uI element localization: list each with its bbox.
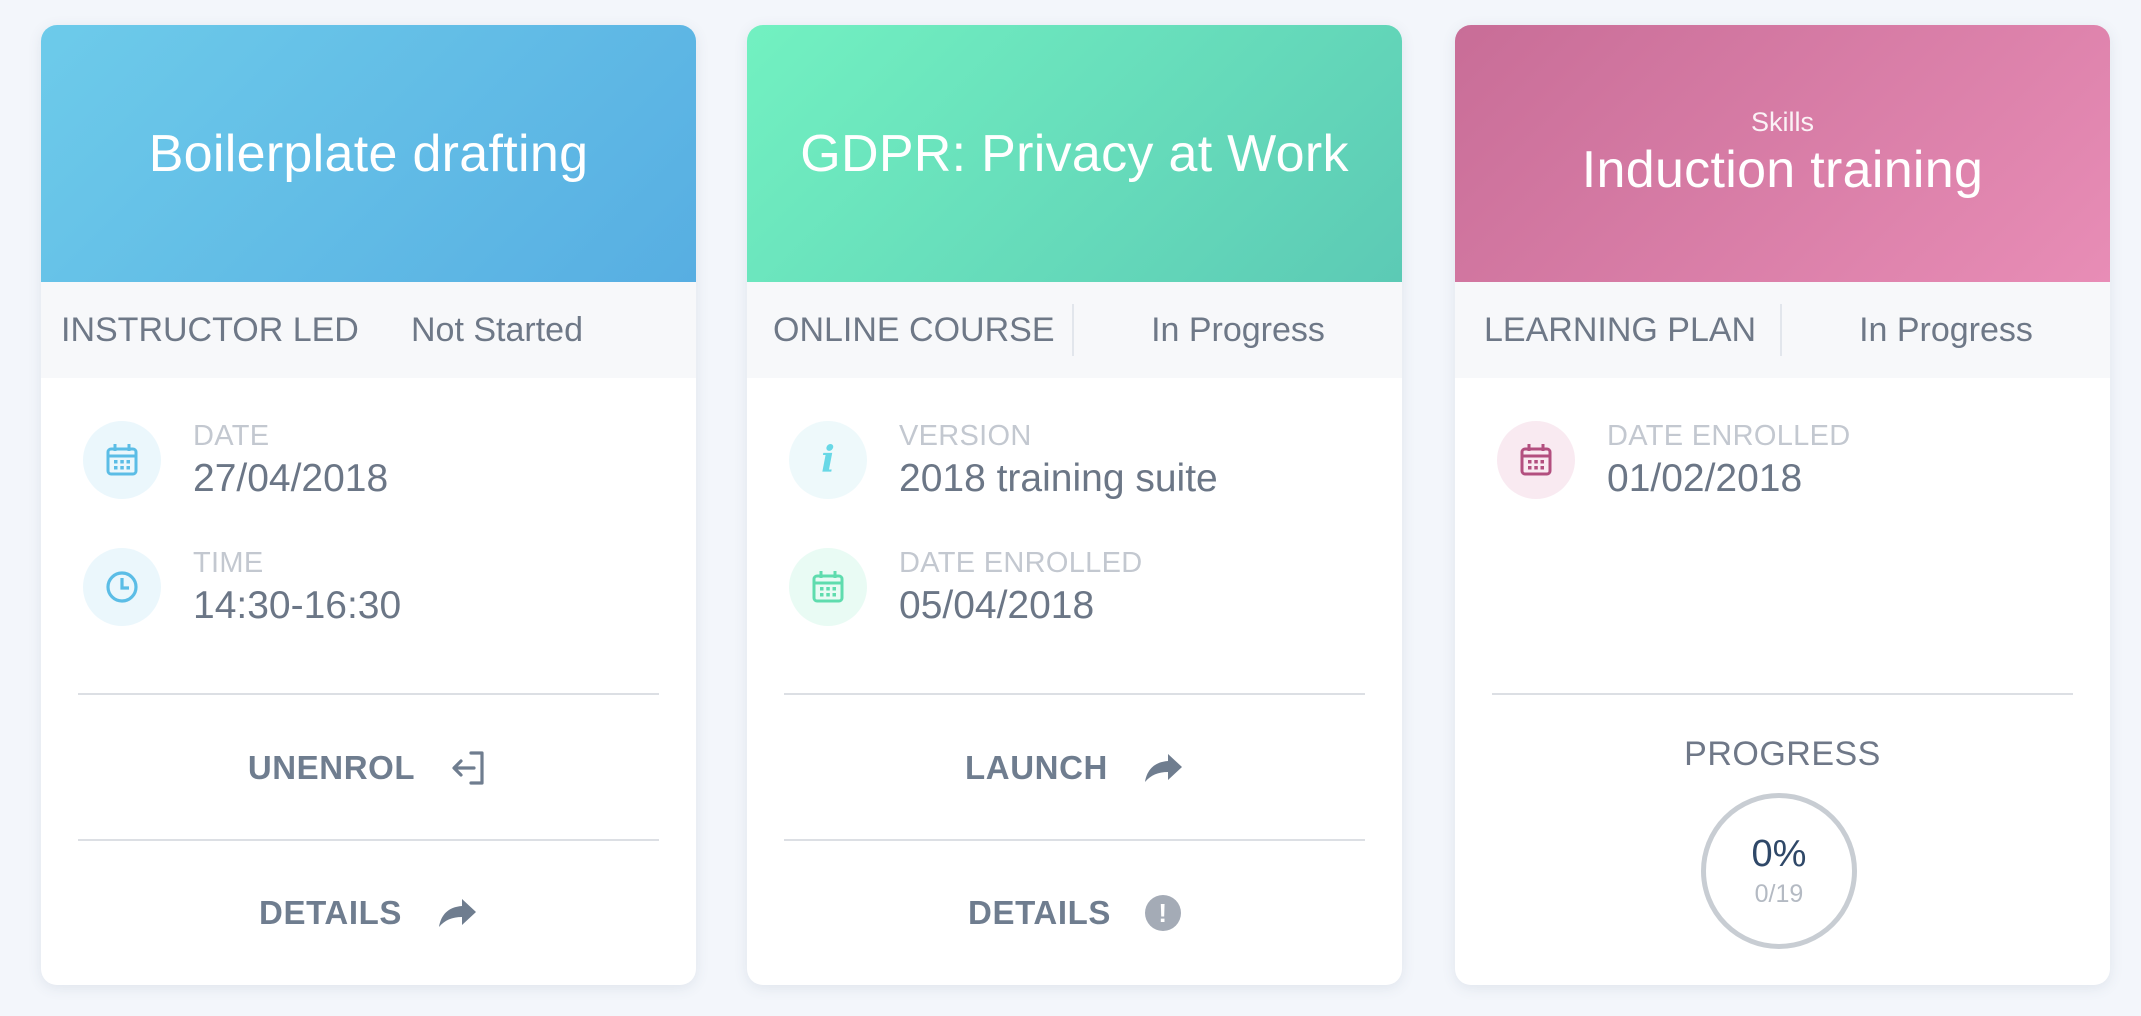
progress-percent: 0% [1751,833,1807,875]
info-label: DATE [193,419,270,452]
info-row-version: i VERSION 2018 training suite [789,417,1218,503]
launch-button[interactable]: LAUNCH [747,723,1402,813]
divider [1492,693,2073,695]
info-row-date-enrolled: DATE ENROLLED 01/02/2018 [1497,417,1850,503]
info-row-date-enrolled: DATE ENROLLED 05/04/2018 [789,544,1142,630]
course-type: ONLINE COURSE [773,310,1055,349]
card-header[interactable]: Skills Induction training [1455,25,2110,282]
course-card-induction[interactable]: Skills Induction training LEARNING PLAN … [1455,25,2110,985]
course-type: LEARNING PLAN [1484,310,1757,349]
course-status: Not Started [411,310,583,349]
clock-icon [83,548,161,626]
progress-count: 0/19 [1754,880,1804,908]
card-meta-bar: INSTRUCTOR LED Not Started [41,282,696,378]
divider [78,839,659,841]
info-label: DATE ENROLLED [1607,419,1851,452]
calendar-icon [789,548,867,626]
launch-label: LAUNCH [965,749,1108,786]
details-button[interactable]: DETAILS ! [747,868,1402,958]
info-row-date: DATE 27/04/2018 [83,417,388,503]
card-meta-bar: ONLINE COURSE In Progress [747,282,1402,378]
card-header[interactable]: GDPR: Privacy at Work [747,25,1402,282]
unenrol-icon [449,749,489,787]
divider [784,839,1365,841]
info-value: 01/02/2018 [1607,456,1803,500]
course-card-gdpr[interactable]: GDPR: Privacy at Work ONLINE COURSE In P… [747,25,1402,985]
divider [78,693,659,695]
info-value: 27/04/2018 [193,456,389,500]
card-meta-bar: LEARNING PLAN In Progress [1455,282,2110,378]
arrow-forward-icon [1142,751,1184,785]
card-title: Induction training [1581,141,1984,199]
details-button[interactable]: DETAILS [41,868,696,958]
course-status: In Progress [1859,310,2033,349]
progress-ring: 0% 0/19 [1701,793,1857,949]
details-label: DETAILS [259,894,402,931]
calendar-icon [83,421,161,499]
arrow-forward-icon [436,896,478,930]
course-card-boilerplate[interactable]: Boilerplate drafting INSTRUCTOR LED Not … [41,25,696,985]
progress-label: PROGRESS [1684,735,1881,773]
info-value: 2018 training suite [899,456,1218,500]
course-type: INSTRUCTOR LED [61,310,359,349]
unenrol-button[interactable]: UNENROL [41,723,696,813]
info-icon: i [789,421,867,499]
info-label: VERSION [899,419,1032,452]
info-row-time: TIME 14:30-16:30 [83,544,401,630]
info-value: 14:30-16:30 [193,583,402,627]
info-label: DATE ENROLLED [899,546,1143,579]
course-status: In Progress [1151,310,1325,349]
unenrol-label: UNENROL [247,749,416,786]
details-label: DETAILS [968,894,1111,931]
exclamation-icon: ! [1144,895,1181,931]
calendar-icon [1497,421,1575,499]
info-label: TIME [193,546,264,579]
divider [784,693,1365,695]
card-title: GDPR: Privacy at Work [800,124,1349,183]
card-title: Boilerplate drafting [148,124,589,183]
card-category: Skills [1750,107,1814,137]
info-value: 05/04/2018 [899,583,1095,627]
card-header[interactable]: Boilerplate drafting [41,25,696,282]
